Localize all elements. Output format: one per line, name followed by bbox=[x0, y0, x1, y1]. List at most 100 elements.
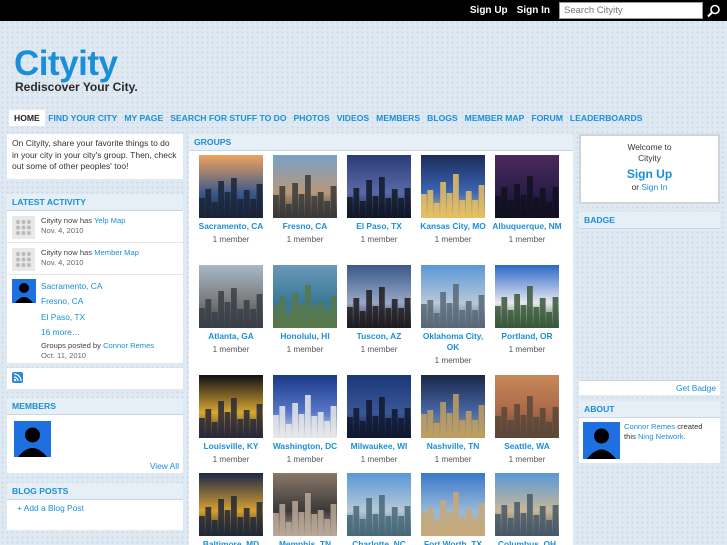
welcome-sign-up-link[interactable]: Sign Up bbox=[585, 166, 714, 182]
group-name-link[interactable]: Kansas City, MO bbox=[416, 221, 490, 232]
nav-forum[interactable]: Forum bbox=[528, 110, 567, 126]
group-name-link[interactable]: Nashville, TN bbox=[416, 441, 490, 452]
group-card[interactable]: Nashville, TN 1 member bbox=[416, 375, 490, 465]
search-button[interactable] bbox=[703, 1, 725, 20]
group-name-link[interactable]: Oklahoma City, OK bbox=[416, 331, 490, 353]
intro-text: On Cityity, share your favorite things t… bbox=[7, 134, 183, 179]
group-card[interactable]: El Paso, TX 1 member bbox=[342, 155, 416, 245]
group-name-link[interactable]: Charlotte, NC bbox=[342, 539, 416, 545]
search-input[interactable] bbox=[559, 2, 703, 19]
group-card[interactable]: Honolulu, HI 1 member bbox=[268, 265, 342, 355]
activity-link-yelp-map[interactable]: Yelp Map bbox=[94, 216, 125, 225]
group-photo[interactable] bbox=[495, 155, 559, 218]
group-name-link[interactable]: Tuscon, AZ bbox=[342, 331, 416, 342]
group-name-link[interactable]: Sacramento, CA bbox=[194, 221, 268, 232]
activity-link-member-map[interactable]: Member Map bbox=[94, 248, 139, 257]
group-photo[interactable] bbox=[273, 473, 337, 536]
latest-activity-heading: Latest Activity bbox=[7, 193, 183, 211]
group-card[interactable]: Portland, OR 1 member bbox=[490, 265, 564, 355]
group-card[interactable]: Atlanta, GA 1 member bbox=[194, 265, 268, 355]
group-link-fresno[interactable]: Fresno, CA bbox=[41, 296, 83, 306]
nav-search-stuff[interactable]: Search for stuff to do bbox=[167, 110, 290, 126]
nav-home[interactable]: Home bbox=[9, 110, 45, 126]
group-card[interactable]: Fort Worth, TX1 member bbox=[416, 473, 490, 545]
group-card[interactable]: Albuquerque, NM 1 member bbox=[490, 155, 564, 245]
group-photo[interactable] bbox=[495, 473, 559, 536]
group-card[interactable]: Kansas City, MO 1 member bbox=[416, 155, 490, 245]
group-card[interactable]: Columbus, OH1 member bbox=[490, 473, 564, 545]
group-photo[interactable] bbox=[199, 375, 263, 438]
avatar[interactable] bbox=[12, 278, 36, 303]
welcome-sign-in-link[interactable]: Sign In bbox=[641, 182, 667, 192]
topbar-sign-in-link[interactable]: Sign In bbox=[517, 5, 550, 16]
latest-activity-panel: Cityity now has Yelp Map Nov. 4, 2010 Ci… bbox=[7, 210, 183, 365]
nav-blogs[interactable]: Blogs bbox=[424, 110, 462, 126]
group-photo[interactable] bbox=[421, 155, 485, 218]
group-photo[interactable] bbox=[273, 155, 337, 218]
group-card[interactable]: Fresno, CA 1 member bbox=[268, 155, 342, 245]
group-card[interactable]: Seattle, WA 1 member bbox=[490, 375, 564, 465]
group-name-link[interactable]: Fresno, CA bbox=[268, 221, 342, 232]
group-link-sacramento[interactable]: Sacramento, CA bbox=[41, 281, 102, 291]
avatar[interactable] bbox=[14, 421, 51, 458]
group-name-link[interactable]: Seattle, WA bbox=[490, 441, 564, 452]
view-all-members-link[interactable]: View All bbox=[150, 461, 179, 471]
group-card[interactable]: Milwaukee, WI 1 member bbox=[342, 375, 416, 465]
group-photo[interactable] bbox=[495, 265, 559, 328]
nav-member-map[interactable]: Member Map bbox=[461, 110, 528, 126]
group-photo[interactable] bbox=[199, 265, 263, 328]
get-badge-link[interactable]: Get Badge bbox=[676, 383, 716, 393]
group-photo[interactable] bbox=[347, 375, 411, 438]
author-link[interactable]: Connor Remes bbox=[103, 341, 154, 350]
group-card[interactable]: Louisville, KY 1 member bbox=[194, 375, 268, 465]
group-card[interactable]: Memphis, TN1 member bbox=[268, 473, 342, 545]
nav-my-page[interactable]: My Page bbox=[121, 110, 167, 126]
group-photo[interactable] bbox=[347, 265, 411, 328]
group-card[interactable]: Tuscon, AZ 1 member bbox=[342, 265, 416, 355]
site-logo[interactable]: Cityity bbox=[14, 44, 118, 84]
nav-find-your-city[interactable]: Find your city bbox=[45, 110, 121, 126]
group-card[interactable]: Oklahoma City, OK 1 member bbox=[416, 265, 490, 366]
group-photo[interactable] bbox=[421, 375, 485, 438]
about-author-link[interactable]: Connor Remes bbox=[624, 422, 675, 431]
nav-leaderboards[interactable]: Leaderboards bbox=[566, 110, 646, 126]
badge-heading: Badge bbox=[579, 212, 720, 229]
group-name-link[interactable]: Louisville, KY bbox=[194, 441, 268, 452]
group-card[interactable]: Sacramento, CA 1 member bbox=[194, 155, 268, 245]
or-text: or bbox=[631, 182, 640, 192]
group-name-link[interactable]: Milwaukee, WI bbox=[342, 441, 416, 452]
add-blog-post-link[interactable]: + Add a Blog Post bbox=[17, 503, 84, 513]
more-groups-link[interactable]: 16 more… bbox=[41, 327, 80, 337]
group-name-link[interactable]: Honolulu, HI bbox=[268, 331, 342, 342]
group-photo[interactable] bbox=[273, 265, 337, 328]
group-name-link[interactable]: Fort Worth, TX bbox=[416, 539, 490, 545]
group-name-link[interactable]: Memphis, TN bbox=[268, 539, 342, 545]
topbar-sign-up-link[interactable]: Sign Up bbox=[470, 5, 508, 16]
group-photo[interactable] bbox=[273, 375, 337, 438]
group-name-link[interactable]: Albuquerque, NM bbox=[490, 221, 564, 232]
group-photo[interactable] bbox=[421, 473, 485, 536]
group-photo[interactable] bbox=[421, 265, 485, 328]
avatar[interactable] bbox=[583, 422, 620, 459]
group-name-link[interactable]: Columbus, OH bbox=[490, 539, 564, 545]
group-photo[interactable] bbox=[347, 473, 411, 536]
group-name-link[interactable]: Atlanta, GA bbox=[194, 331, 268, 342]
group-photo[interactable] bbox=[199, 473, 263, 536]
nav-videos[interactable]: Videos bbox=[333, 110, 372, 126]
group-name-link[interactable]: Portland, OR bbox=[490, 331, 564, 342]
rss-icon[interactable] bbox=[12, 372, 23, 384]
nav-photos[interactable]: Photos bbox=[290, 110, 333, 126]
group-card[interactable]: Baltimore, MD1 member bbox=[194, 473, 268, 545]
nav-members[interactable]: Members bbox=[373, 110, 424, 126]
group-member-count: 1 member bbox=[434, 356, 472, 365]
group-photo[interactable] bbox=[347, 155, 411, 218]
group-card[interactable]: Washington, DC 1 member bbox=[268, 375, 342, 465]
group-name-link[interactable]: Washington, DC bbox=[268, 441, 342, 452]
group-photo[interactable] bbox=[199, 155, 263, 218]
ning-network-link[interactable]: Ning Network. bbox=[638, 432, 686, 441]
group-card[interactable]: Charlotte, NC1 member bbox=[342, 473, 416, 545]
group-photo[interactable] bbox=[495, 375, 559, 438]
group-name-link[interactable]: Baltimore, MD bbox=[194, 539, 268, 545]
group-name-link[interactable]: El Paso, TX bbox=[342, 221, 416, 232]
group-link-el-paso[interactable]: El Paso, TX bbox=[41, 312, 85, 322]
